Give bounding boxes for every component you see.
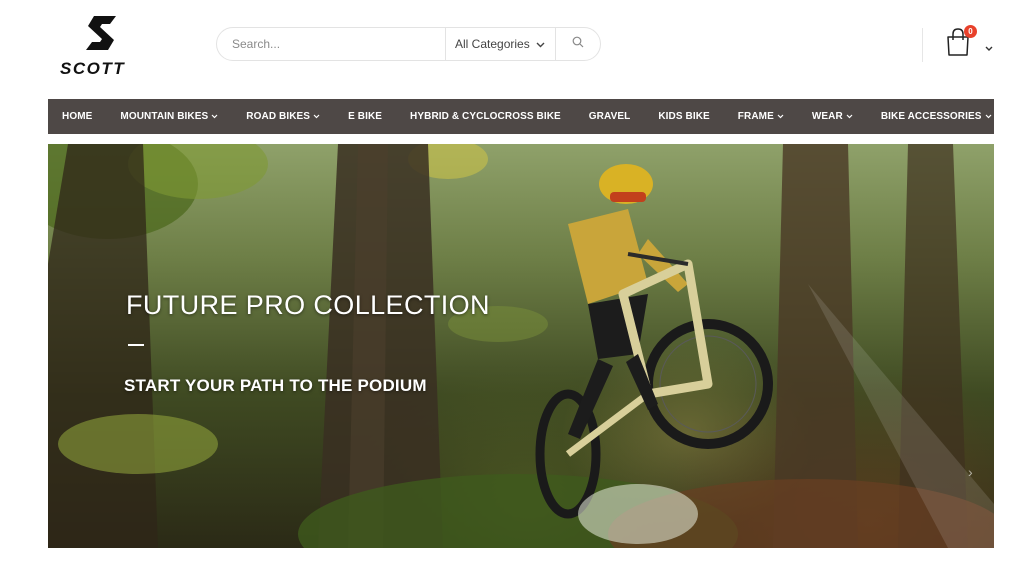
chevron-down-icon — [211, 114, 218, 119]
nav-item-hybrid-cyclocross[interactable]: HYBRID & CYCLOCROSS BIKE — [410, 111, 561, 122]
search-icon — [572, 35, 584, 53]
nav-item-gravel[interactable]: GRAVEL — [589, 111, 631, 122]
nav-item-road-bikes[interactable]: ROAD BIKES — [246, 111, 320, 122]
nav-item-label: E BIKE — [348, 111, 383, 122]
nav-item-label: FRAME — [737, 111, 774, 122]
site-header: SCOTT All Categories 0 — [0, 0, 1024, 98]
cart-count-badge: 0 — [964, 25, 977, 38]
chevron-down-icon — [777, 114, 784, 119]
nav-item-mountain-bikes[interactable]: MOUNTAIN BIKES — [120, 111, 218, 122]
hero-subtitle: START YOUR PATH TO THE PODIUM — [124, 376, 427, 395]
cart-divider — [922, 28, 923, 62]
nav-item-label: BIKE ACCESSORIES — [880, 111, 982, 122]
hero-divider — [128, 344, 144, 346]
logo-wordmark: SCOTT — [60, 59, 125, 78]
category-select[interactable]: All Categories — [445, 28, 555, 60]
slider-next-icon[interactable]: › — [968, 464, 973, 480]
nav-item-bike-accessories[interactable]: BIKE ACCESSORIES — [881, 111, 992, 122]
nav-item-frame[interactable]: FRAME — [738, 111, 784, 122]
cart-button[interactable]: 0 — [945, 25, 977, 61]
chevron-down-icon[interactable] — [985, 39, 993, 57]
nav-item-home[interactable]: HOME — [62, 111, 92, 122]
search-bar: All Categories — [216, 27, 601, 61]
nav-item-label: HYBRID & CYCLOCROSS BIKE — [410, 111, 561, 122]
nav-item-e-bike[interactable]: E BIKE — [348, 111, 382, 122]
hero-banner[interactable]: FUTURE PRO COLLECTION START YOUR PATH TO… — [48, 144, 994, 548]
hero-title: FUTURE PRO COLLECTION — [126, 290, 490, 320]
nav-item-wear[interactable]: WEAR — [812, 111, 853, 122]
chevron-down-icon — [536, 37, 545, 51]
nav-item-label: HOME — [62, 111, 93, 122]
main-nav: HOME MOUNTAIN BIKES ROAD BIKES E BIKE HY… — [48, 99, 994, 134]
search-button[interactable] — [555, 28, 599, 60]
nav-item-label: GRAVEL — [588, 111, 631, 122]
shopping-bag-icon — [945, 28, 971, 61]
chevron-down-icon — [985, 114, 991, 119]
nav-item-label: KIDS BIKE — [658, 111, 710, 122]
chevron-down-icon — [313, 114, 320, 119]
nav-item-label: MOUNTAIN BIKES — [120, 111, 209, 122]
category-select-label: All Categories — [455, 37, 530, 51]
chevron-down-icon — [846, 114, 853, 119]
hero-image — [48, 144, 994, 548]
nav-item-label: WEAR — [811, 111, 843, 122]
nav-item-kids-bike[interactable]: KIDS BIKE — [658, 111, 709, 122]
nav-item-label: ROAD BIKES — [246, 111, 311, 122]
scott-logo[interactable]: SCOTT — [58, 12, 158, 78]
search-input[interactable] — [217, 28, 445, 60]
